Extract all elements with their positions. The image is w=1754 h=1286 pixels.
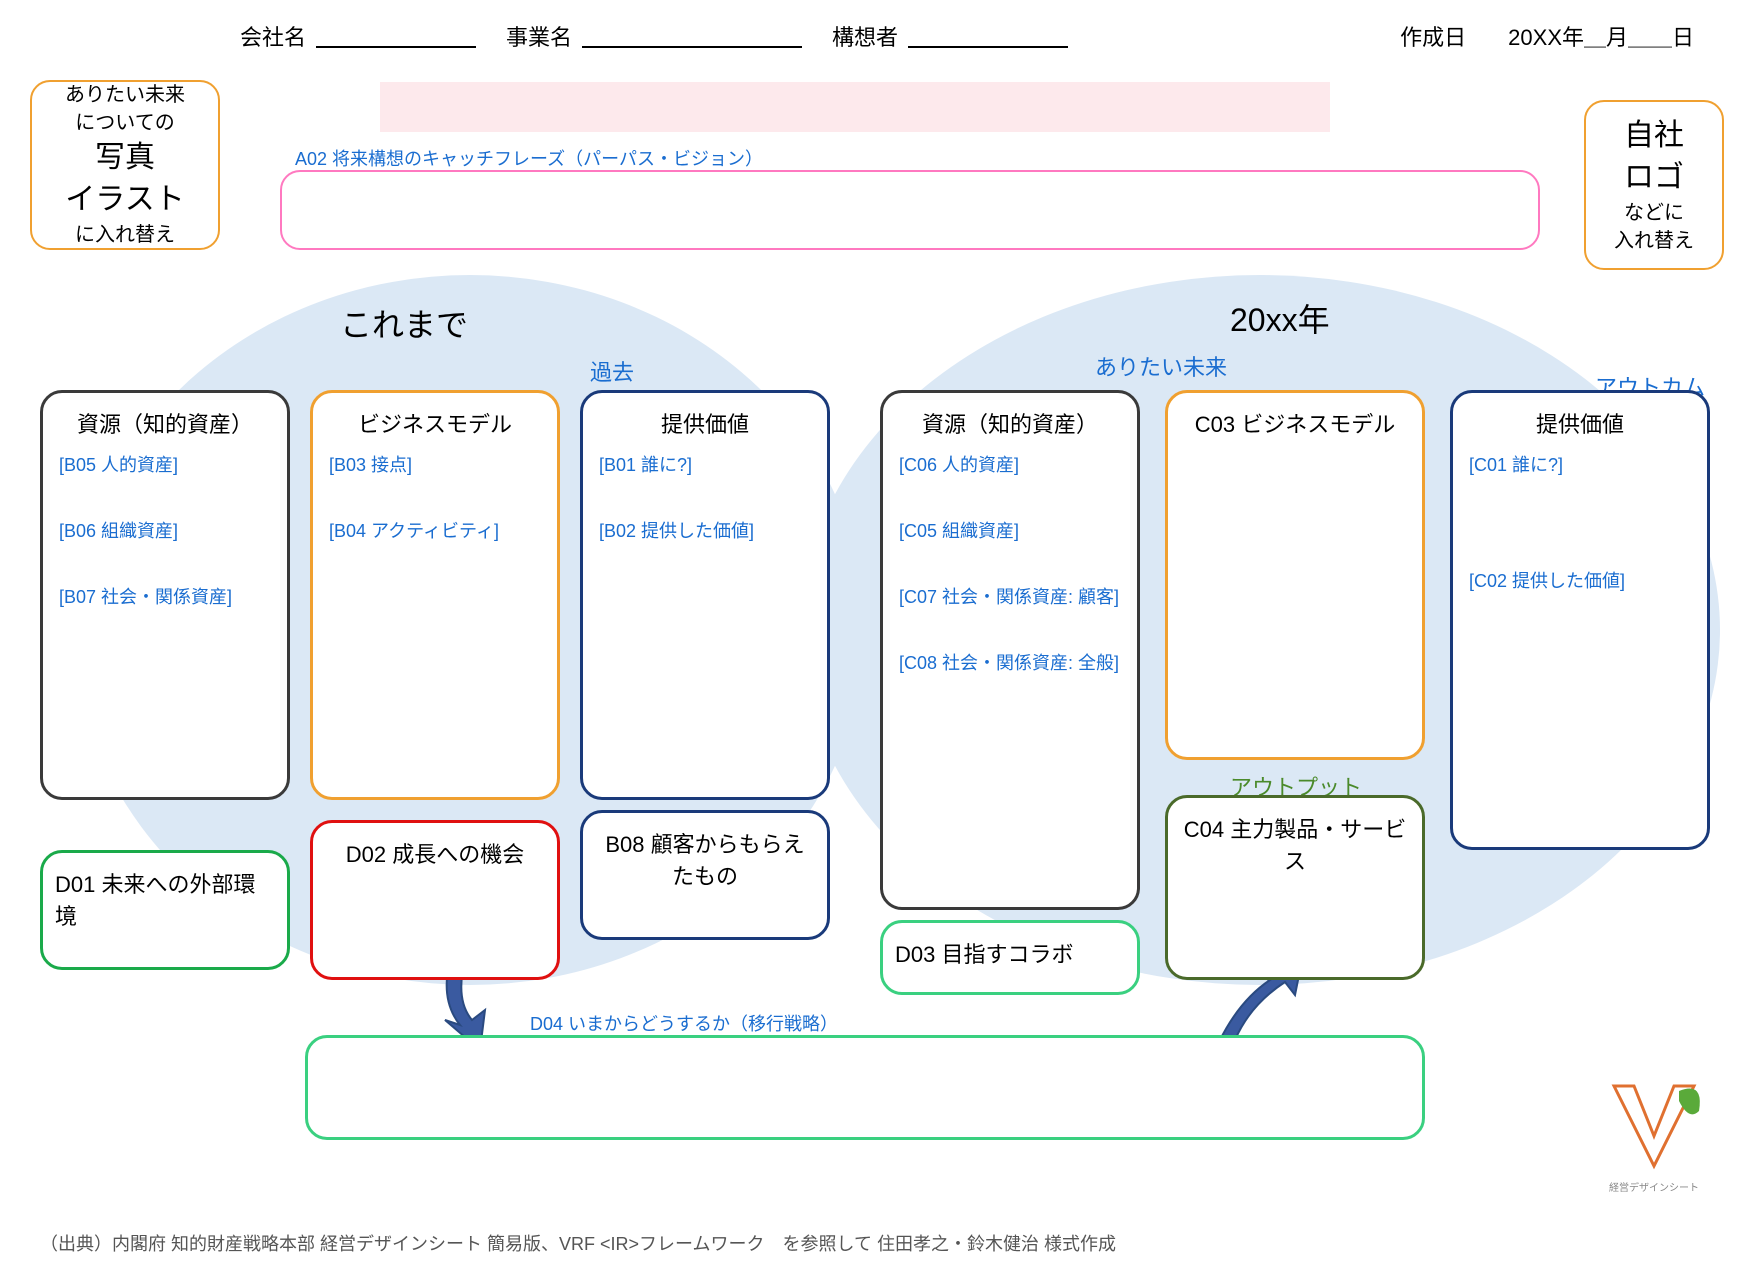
c03-title: C03 ビジネスモデル (1180, 407, 1410, 439)
c08-item: [C08 社会・関係資産: 全般] (899, 649, 1125, 675)
photo-l5: に入れ替え (75, 221, 175, 249)
b01-item: [B01 誰に?] (599, 451, 815, 477)
title-banner[interactable] (380, 82, 1330, 132)
d01-title: D01 未来への外部環境 (55, 867, 275, 931)
logo-l3: などに (1624, 199, 1684, 227)
d01-card[interactable]: D01 未来への外部環境 (40, 850, 290, 970)
header-row: 会社名 事業名 構想者 作成日 20XX年＿月＿＿日 (240, 20, 1694, 52)
logo-l4: 入れ替え (1614, 227, 1694, 255)
source-citation: （出典）内閣府 知的財産戦略本部 経営デザインシート 簡易版、VRF <IR>フ… (40, 1230, 1116, 1256)
logo-l1: 自社 (1624, 115, 1684, 157)
future-value-title: 提供価値 (1465, 407, 1695, 439)
logo-l2: ロゴ (1624, 157, 1684, 199)
company-label: 会社名 (240, 20, 306, 52)
svg-text:経営デザインシート: 経営デザインシート (1609, 1181, 1699, 1194)
c02-item: [C02 提供した価値] (1469, 567, 1695, 593)
b07-item: [B07 社会・関係資産] (59, 583, 275, 609)
author-field[interactable]: 構想者 (832, 20, 1068, 52)
b03-item: [B03 接点] (329, 451, 545, 477)
design-sheet-logo-icon: 経営デザインシート (1594, 1066, 1714, 1196)
photo-l2: についての (75, 109, 174, 137)
d02-title: D02 成長への機会 (325, 837, 545, 869)
c04-card[interactable]: C04 主力製品・サービス (1165, 795, 1425, 980)
past-business-model-card[interactable]: ビジネスモデル [B03 接点] [B04 アクティビティ] (310, 390, 560, 800)
future-business-model-card[interactable]: C03 ビジネスモデル (1165, 390, 1425, 760)
a02-label: A02 将来構想のキャッチフレーズ（パーパス・ビジョン） (295, 145, 763, 171)
past-value-card[interactable]: 提供価値 [B01 誰に?] [B02 提供した価値] (580, 390, 830, 800)
c06-item: [C06 人的資産] (899, 451, 1125, 477)
c05-item: [C05 組織資産] (899, 517, 1125, 543)
future-value-card[interactable]: 提供価値 [C01 誰に?] [C02 提供した価値] (1450, 390, 1710, 850)
company-logo-placeholder[interactable]: 自社 ロゴ などに 入れ替え (1584, 100, 1724, 270)
b05-item: [B05 人的資産] (59, 451, 275, 477)
c07-item: [C07 社会・関係資産: 顧客] (899, 583, 1125, 609)
c04-title: C04 主力製品・サービス (1180, 812, 1410, 876)
era-past-label: これまで (340, 300, 468, 346)
photo-l4: イラスト (65, 179, 184, 221)
b02-item: [B02 提供した価値] (599, 517, 815, 543)
photo-l3: 写真 (95, 137, 155, 179)
past-value-title: 提供価値 (595, 407, 815, 439)
business-field[interactable]: 事業名 (506, 20, 802, 52)
past-resource-card[interactable]: 資源（知的資産） [B05 人的資産] [B06 組織資産] [B07 社会・関… (40, 390, 290, 800)
d03-title: D03 目指すコラボ (895, 937, 1125, 969)
date-field[interactable]: 作成日 20XX年＿月＿＿日 (1400, 20, 1694, 52)
b08-card[interactable]: B08 顧客からもらえたもの (580, 810, 830, 940)
d03-card[interactable]: D03 目指すコラボ (880, 920, 1140, 995)
past-biz-title: ビジネスモデル (325, 407, 545, 439)
date-value: 20XX年＿月＿＿日 (1508, 20, 1694, 52)
future-sublabel: ありたい未来 (1095, 350, 1227, 382)
b08-title: B08 顧客からもらえたもの (595, 827, 815, 891)
a02-catchphrase-box[interactable] (280, 170, 1540, 250)
business-label: 事業名 (506, 20, 572, 52)
past-sublabel: 過去 (590, 355, 634, 387)
future-resource-title: 資源（知的資産） (895, 407, 1125, 439)
date-label: 作成日 (1400, 20, 1466, 52)
c01-item: [C01 誰に?] (1469, 451, 1695, 477)
future-photo-placeholder[interactable]: ありたい未来 についての 写真 イラスト に入れ替え (30, 80, 220, 250)
author-label: 構想者 (832, 20, 898, 52)
d04-label: D04 いまからどうするか（移行戦略） (530, 1010, 838, 1036)
d04-card[interactable] (305, 1035, 1425, 1140)
b04-item: [B04 アクティビティ] (329, 517, 545, 543)
era-future-label: 20xx年 (1230, 295, 1330, 341)
d02-card[interactable]: D02 成長への機会 (310, 820, 560, 980)
b06-item: [B06 組織資産] (59, 517, 275, 543)
photo-l1: ありたい未来 (65, 81, 185, 109)
future-resource-card[interactable]: 資源（知的資産） [C06 人的資産] [C05 組織資産] [C07 社会・関… (880, 390, 1140, 910)
past-resource-title: 資源（知的資産） (55, 407, 275, 439)
company-field[interactable]: 会社名 (240, 20, 476, 52)
